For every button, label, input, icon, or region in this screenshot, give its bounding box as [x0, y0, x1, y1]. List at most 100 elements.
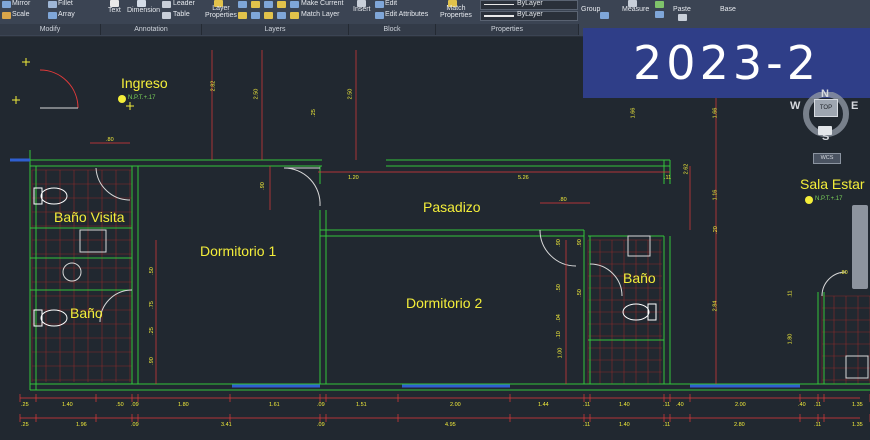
layer-tool-icon[interactable]	[251, 1, 260, 8]
dimension-label: .25	[21, 422, 29, 428]
fillet-icon[interactable]	[48, 1, 57, 8]
array-icon[interactable]	[48, 12, 57, 19]
dimension-label: .25	[310, 109, 317, 117]
dimension-label: .11	[663, 422, 671, 428]
room-label-dormitorio-1: Dormitorio 1	[200, 243, 277, 259]
dimension-label: 1.61	[269, 402, 280, 408]
match-layer-button[interactable]: Match Layer	[301, 11, 340, 18]
leader-icon[interactable]	[162, 1, 171, 8]
dimension-label: 2.82	[210, 80, 217, 92]
dimension-label: 1.80	[787, 333, 794, 345]
text-button[interactable]: Text	[108, 7, 121, 14]
fillet-button[interactable]: Fillet	[58, 0, 73, 7]
dimension-label: .09	[131, 402, 139, 408]
edit-button[interactable]: Edit	[385, 0, 397, 7]
layer-tool-icon[interactable]	[277, 1, 286, 8]
dimension-label: 1.20	[348, 175, 359, 181]
dimension-label: 1.00	[557, 347, 564, 359]
layer-properties-button[interactable]: Layer Properties	[205, 5, 237, 19]
dimension-label: 1.40	[619, 422, 630, 428]
dimension-label: .04	[555, 314, 562, 322]
level-marker-icon	[118, 95, 126, 103]
layer-tool-icon[interactable]	[264, 12, 273, 19]
calculator-icon[interactable]	[655, 11, 664, 18]
layer-tool-icon[interactable]	[251, 12, 260, 19]
match-properties-button[interactable]: Match Properties	[440, 5, 472, 19]
level-label-sala: N.P.T.+.17	[815, 196, 843, 202]
table-button[interactable]: Table	[173, 11, 190, 18]
scale-button[interactable]: Scale	[12, 11, 30, 18]
dimension-label: .80	[840, 270, 848, 276]
layer-tool-icon[interactable]	[238, 12, 247, 19]
room-label-sala-estar: Sala Estar	[800, 176, 865, 192]
mirror-icon[interactable]	[2, 1, 11, 8]
layer-tool-icon[interactable]	[277, 12, 286, 19]
dimension-icon[interactable]	[137, 0, 146, 7]
level-label-ingreso: N.P.T.+.17	[128, 95, 156, 101]
layers-panel-title[interactable]: Layers	[202, 24, 349, 35]
match-layer-icon[interactable]	[290, 12, 299, 19]
modify-panel-title[interactable]: Modify	[0, 24, 101, 35]
make-current-icon[interactable]	[290, 1, 299, 8]
room-label-bano: Baño	[70, 305, 103, 321]
edit-attributes-button[interactable]: Edit Attributes	[385, 11, 428, 18]
text-icon[interactable]	[110, 0, 119, 7]
dimension-label: 2.00	[735, 402, 746, 408]
toilet-icon	[33, 187, 68, 205]
dimension-label: 1.66	[712, 107, 719, 119]
array-button[interactable]: Array	[58, 11, 75, 18]
door-arc	[283, 167, 321, 207]
sink-icon	[845, 355, 869, 379]
base-button[interactable]: Base	[720, 6, 736, 13]
block-panel-title[interactable]: Block	[349, 24, 436, 35]
dimension-label: 4.95	[445, 422, 456, 428]
dimension-label: .90	[148, 357, 155, 365]
layer-tool-icon[interactable]	[238, 1, 247, 8]
navigation-bar[interactable]	[852, 205, 868, 289]
viewcube-home-icon[interactable]	[818, 126, 832, 135]
scale-icon[interactable]	[2, 12, 11, 19]
dimension-label: .11	[814, 422, 822, 428]
dimension-label: 1.44	[538, 402, 549, 408]
properties-panel-title[interactable]: Properties	[436, 24, 579, 35]
dimension-button[interactable]: Dimension	[127, 7, 160, 14]
compass-east[interactable]: E	[851, 100, 858, 112]
paste-icon[interactable]	[678, 14, 687, 21]
lineweight-swatch-icon	[484, 15, 514, 17]
sink-icon	[627, 235, 651, 257]
dimension-label: .09	[317, 422, 325, 428]
layer-tool-icon[interactable]	[264, 1, 273, 8]
viewcube-top-face[interactable]: TOP	[814, 99, 838, 117]
mirror-button[interactable]: Mirror	[12, 0, 30, 7]
dimension-label: .50	[148, 267, 155, 275]
dimension-label: 2.50	[347, 88, 354, 100]
dimension-label: 2.80	[734, 422, 745, 428]
annotation-panel-title[interactable]: Annotation	[101, 24, 202, 35]
table-icon[interactable]	[162, 12, 171, 19]
insert-button[interactable]: Insert	[353, 6, 371, 13]
group-icon[interactable]	[600, 12, 609, 19]
level-marker-icon	[805, 196, 813, 204]
dimension-label: .11	[583, 422, 591, 428]
make-current-button[interactable]: Make Current	[301, 0, 343, 7]
edit-icon[interactable]	[375, 1, 384, 8]
dimension-label: .50	[555, 284, 562, 292]
group-button[interactable]: Group	[581, 6, 600, 13]
measure-button[interactable]: Measure	[622, 6, 649, 13]
dimension-label: 5.26	[518, 175, 529, 181]
dimension-label: 1.96	[76, 422, 87, 428]
leader-button[interactable]: Leader	[173, 0, 195, 7]
wcs-menu[interactable]: WCS	[813, 153, 841, 164]
calculator-icon[interactable]	[655, 1, 664, 8]
dimension-label: .40	[676, 402, 684, 408]
dimension-label: .11	[787, 290, 794, 298]
dimension-label: 1.40	[62, 402, 73, 408]
dimension-label: 1.35	[852, 402, 863, 408]
lineweight-value: ByLayer	[517, 11, 543, 18]
paste-button[interactable]: Paste	[673, 6, 691, 13]
edit-attributes-icon[interactable]	[375, 12, 384, 19]
dimension-label: .80	[106, 137, 114, 143]
compass-west[interactable]: W	[790, 100, 800, 112]
dimension-label: .25	[21, 402, 29, 408]
dimension-label: .80	[559, 197, 567, 203]
